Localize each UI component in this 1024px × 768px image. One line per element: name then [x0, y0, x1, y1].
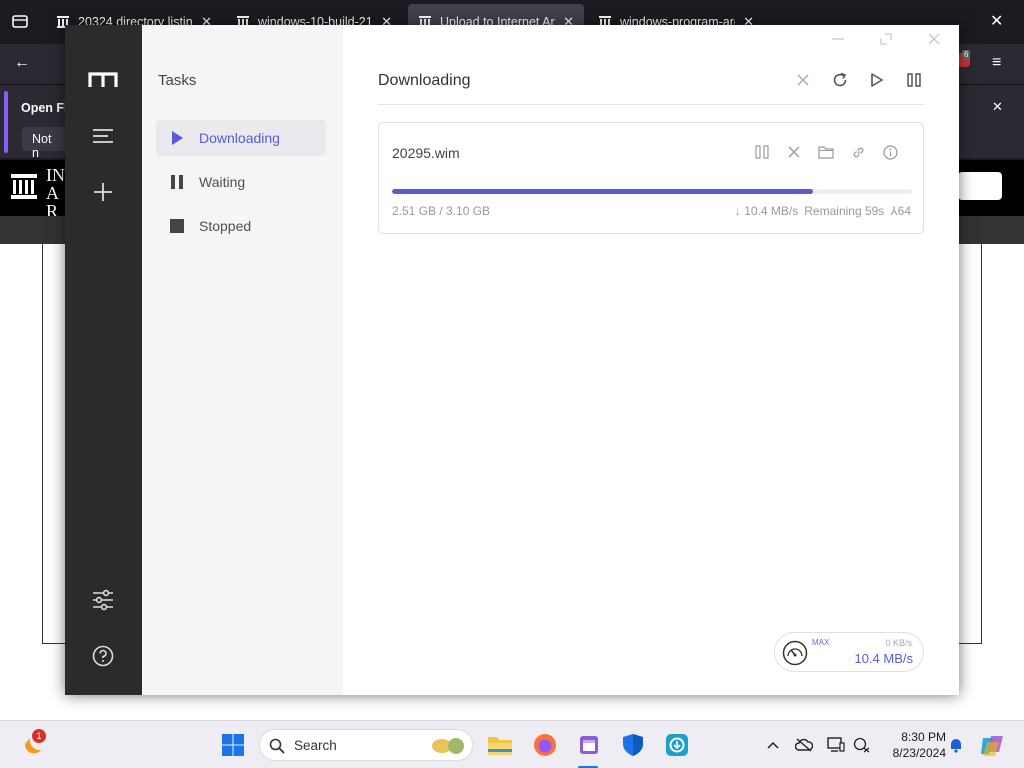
delete-all-icon[interactable]: [792, 69, 813, 91]
clock[interactable]: 8:30 PM 8/23/2024: [880, 729, 946, 761]
info-icon[interactable]: [881, 143, 899, 161]
sidebar-item-stopped[interactable]: Stopped: [156, 208, 326, 244]
clock-time: 8:30 PM: [901, 730, 946, 744]
notification-bell-icon[interactable]: [947, 736, 965, 754]
help-icon[interactable]: [88, 641, 118, 671]
sidebar-title: Tasks: [158, 72, 197, 89]
open-folder-icon[interactable]: [817, 143, 835, 161]
task-toolbar: [792, 69, 924, 91]
main-panel: Downloading 20295.wim 2.51 GB / 3.10 GB …: [343, 25, 959, 695]
file-explorer-icon[interactable]: [486, 731, 514, 759]
divider: [378, 104, 924, 105]
app-logo-icon[interactable]: [88, 65, 118, 95]
speedometer[interactable]: MAX 0 KB/s 10.4 MB/s: [774, 632, 924, 672]
chevron-up-icon[interactable]: [764, 736, 782, 754]
back-arrow-icon[interactable]: ←: [14, 54, 30, 72]
add-task-icon[interactable]: [88, 177, 118, 207]
defender-shield-icon[interactable]: [619, 731, 647, 759]
close-window-icon[interactable]: [923, 30, 945, 48]
task-item[interactable]: 20295.wim 2.51 GB / 3.10 GB ↓ 10.4 MB/s …: [378, 122, 924, 234]
network-icon[interactable]: [853, 736, 871, 754]
app-window-icon[interactable]: [575, 731, 603, 759]
sidebar-item-label: Downloading: [199, 130, 280, 146]
play-icon: [172, 131, 183, 145]
upload-speed: 0 KB/s: [885, 638, 912, 648]
search-input[interactable]: Search: [259, 729, 473, 761]
notification-button[interactable]: Not n: [22, 127, 70, 160]
task-list-icon[interactable]: [88, 121, 118, 151]
resume-all-icon[interactable]: [866, 69, 887, 91]
extension-badge: 6: [962, 50, 971, 59]
stop-icon: [170, 219, 184, 233]
time-remaining: Remaining 59s: [804, 204, 885, 218]
search-highlight-icon: [432, 738, 464, 754]
delete-task-icon[interactable]: [785, 143, 803, 161]
refresh-icon[interactable]: [829, 69, 850, 91]
page-title: Downloading: [378, 72, 471, 89]
window-controls: [827, 30, 945, 48]
download-app-icon[interactable]: [663, 731, 691, 759]
copy-link-icon[interactable]: [849, 143, 867, 161]
search-icon: [269, 738, 285, 754]
site-logo-text: IN AR: [46, 165, 65, 221]
task-stats: ↓ 10.4 MB/s Remaining 59s ⅄64: [735, 204, 911, 218]
connections-count: ⅄64: [890, 204, 911, 218]
speed-max-label: MAX: [812, 638, 830, 647]
sidebar-item-label: Stopped: [199, 218, 252, 234]
maximize-icon[interactable]: [875, 30, 897, 48]
search-label: Search: [294, 738, 337, 753]
progress-bar: [392, 189, 912, 194]
start-button-icon[interactable]: [219, 731, 247, 759]
sidebar-item-waiting[interactable]: Waiting: [156, 164, 326, 200]
notification-title: Open Fi: [21, 101, 68, 115]
task-name: 20295.wim: [392, 145, 460, 161]
minimize-icon[interactable]: [827, 30, 849, 48]
task-size: 2.51 GB / 3.10 GB: [392, 204, 491, 218]
browser-close-icon[interactable]: ✕: [990, 11, 1003, 31]
tasks-sidebar: Tasks Downloading Waiting Stopped: [142, 25, 343, 695]
onedrive-offline-icon[interactable]: [795, 736, 813, 754]
taskbar: 1 Search 8:30 PM 8/23/2024: [0, 720, 1024, 768]
clock-date: 8/23/2024: [892, 746, 946, 760]
archive-logo-icon[interactable]: [10, 172, 38, 200]
notification-badge: 1: [32, 729, 46, 743]
sidebar-item-label: Waiting: [199, 174, 246, 190]
site-search-field[interactable]: [958, 172, 1002, 200]
download-manager-window: Tasks Downloading Waiting Stopped Downlo: [65, 25, 959, 695]
speedometer-icon: [782, 640, 808, 666]
download-speed-total: 10.4 MB/s: [854, 651, 913, 666]
pause-all-icon[interactable]: [903, 69, 924, 91]
pause-task-icon[interactable]: [753, 143, 771, 161]
app-rail: [65, 25, 142, 695]
preferences-icon[interactable]: [88, 585, 118, 615]
task-actions: [753, 143, 899, 161]
menu-icon[interactable]: ≡: [992, 54, 1001, 72]
copilot-icon[interactable]: [978, 731, 1006, 759]
tab-overview-icon[interactable]: [11, 12, 29, 35]
firefox-icon[interactable]: [531, 731, 559, 759]
download-speed: ↓ 10.4 MB/s: [734, 204, 799, 218]
display-icon[interactable]: [827, 736, 845, 754]
sidebar-item-downloading[interactable]: Downloading: [156, 120, 326, 156]
pause-icon: [171, 175, 183, 189]
notification-accent: [4, 91, 8, 153]
close-notification-icon[interactable]: ✕: [992, 99, 1003, 115]
progress-fill: [392, 189, 814, 194]
